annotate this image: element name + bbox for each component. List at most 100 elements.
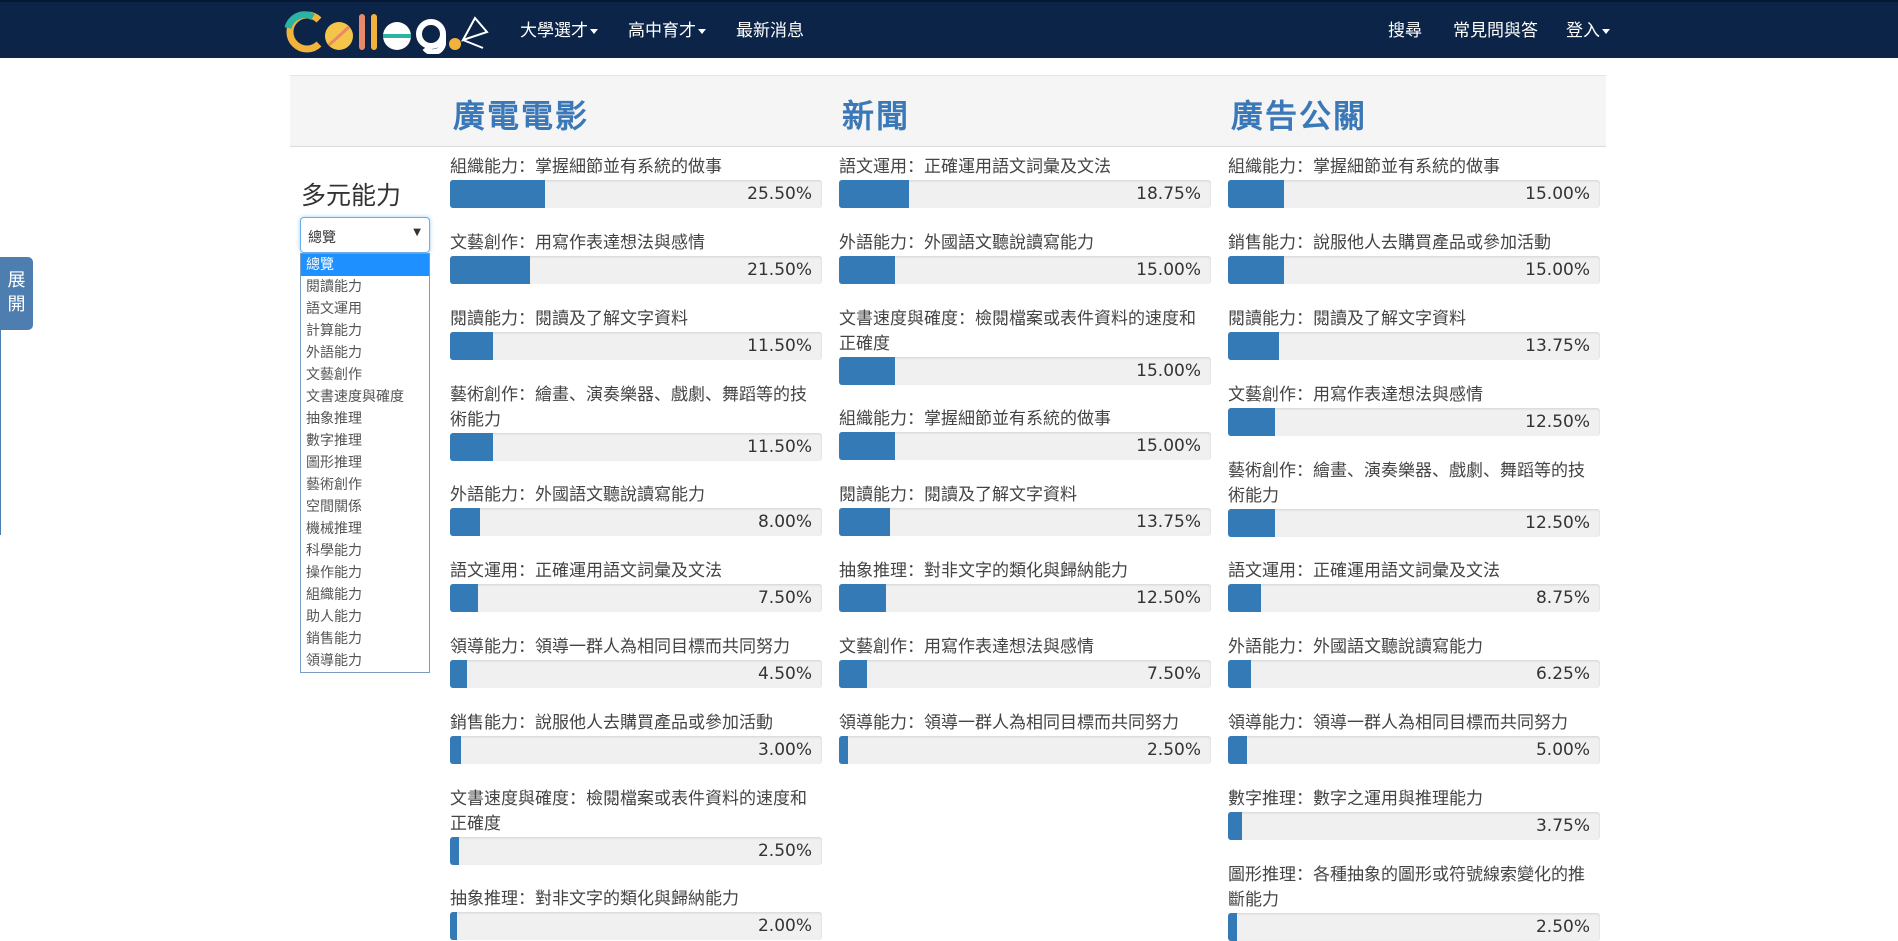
nav-faq[interactable]: 常見問與答 xyxy=(1453,2,1538,60)
progress-value: 15.00% xyxy=(1525,260,1590,280)
progress-value: 15.00% xyxy=(1136,260,1201,280)
ability-label: 銷售能力：說服他人去購買產品或參加活動 xyxy=(1228,233,1551,253)
progress-bar: 4.50% xyxy=(450,660,822,688)
progress-bar: 2.50% xyxy=(839,736,1211,764)
ability-label: 外語能力：外國語文聽說讀寫能力 xyxy=(839,233,1094,253)
progress-value: 6.25% xyxy=(1535,664,1590,684)
progress-value: 2.00% xyxy=(757,916,812,936)
ability-label: 文書速度與確度：檢閱檔案或表件資料的速度和正確度 xyxy=(450,789,807,834)
progress-bar: 12.50% xyxy=(1228,408,1600,436)
progress-value: 18.75% xyxy=(1136,184,1201,204)
nav-highschool[interactable]: 高中育才 xyxy=(628,2,706,60)
ability-item: 領導能力：領導一群人為相同目標而共同努力 2.50% xyxy=(839,711,1211,764)
progress-bar: 15.00% xyxy=(839,357,1211,385)
ability-item: 語文運用：正確運用語文詞彙及文法 7.50% xyxy=(450,559,822,612)
option-item[interactable]: 機械推理 xyxy=(301,518,429,540)
progress-bar-fill xyxy=(839,256,895,284)
ability-select[interactable]: 總覽 ▼ xyxy=(300,217,430,253)
progress-value: 8.00% xyxy=(757,512,812,532)
progress-bar-fill xyxy=(839,584,886,612)
ability-label: 圖形推理：各種抽象的圖形或符號線索變化的推斷能力 xyxy=(1228,865,1585,910)
expand-tab[interactable]: 展開 xyxy=(0,257,33,330)
ability-label: 語文運用：正確運用語文詞彙及文法 xyxy=(450,561,722,581)
nav-login[interactable]: 登入 xyxy=(1566,2,1610,60)
ability-label: 組織能力：掌握細節並有系統的做事 xyxy=(1228,157,1500,177)
ability-label: 藝術創作：繪畫、演奏樂器、戲劇、舞蹈等的技術能力 xyxy=(450,385,807,430)
progress-bar: 8.00% xyxy=(450,508,822,536)
progress-value: 7.50% xyxy=(757,588,812,608)
progress-bar-fill xyxy=(450,180,545,208)
progress-value: 13.75% xyxy=(1136,512,1201,532)
option-item[interactable]: 閱讀能力 xyxy=(301,276,429,298)
ability-label: 文藝創作：用寫作表達想法與感情 xyxy=(839,637,1094,657)
option-item[interactable]: 數字推理 xyxy=(301,430,429,452)
ability-label: 數字推理：數字之運用與推理能力 xyxy=(1228,789,1483,809)
progress-value: 15.00% xyxy=(1525,184,1590,204)
option-item[interactable]: 銷售能力 xyxy=(301,628,429,650)
progress-value: 4.50% xyxy=(757,664,812,684)
ability-label: 語文運用：正確運用語文詞彙及文法 xyxy=(839,157,1111,177)
ability-label: 藝術創作：繪畫、演奏樂器、戲劇、舞蹈等的技術能力 xyxy=(1228,461,1585,506)
ability-label: 外語能力：外國語文聽說讀寫能力 xyxy=(450,485,705,505)
progress-value: 2.50% xyxy=(1535,917,1590,937)
major-title-2: 新聞 xyxy=(842,97,911,135)
progress-value: 21.50% xyxy=(747,260,812,280)
progress-bar: 3.75% xyxy=(1228,812,1600,840)
progress-bar-fill xyxy=(450,912,458,940)
progress-bar-fill xyxy=(450,256,530,284)
ability-item: 組織能力：掌握細節並有系統的做事 25.50% xyxy=(450,155,822,208)
ability-label: 閱讀能力：閱讀及了解文字資料 xyxy=(1228,309,1466,329)
progress-value: 3.00% xyxy=(757,740,812,760)
option-item[interactable]: 抽象推理 xyxy=(301,408,429,430)
expand-line xyxy=(0,330,1,535)
ability-item: 語文運用：正確運用語文詞彙及文法 8.75% xyxy=(1228,559,1600,612)
top-navbar: 大學選才 高中育才 最新消息 搜尋 常見問與答 登入 xyxy=(0,0,1898,58)
ability-item: 外語能力：外國語文聽說讀寫能力 8.00% xyxy=(450,483,822,536)
option-item[interactable]: 助人能力 xyxy=(301,606,429,628)
nav-search[interactable]: 搜尋 xyxy=(1388,2,1422,60)
colleg-logo[interactable] xyxy=(283,10,493,54)
option-item[interactable]: 科學能力 xyxy=(301,540,429,562)
option-item[interactable]: 總覽 xyxy=(301,254,429,276)
option-item[interactable]: 圖形推理 xyxy=(301,452,429,474)
progress-bar-fill xyxy=(839,180,909,208)
option-item[interactable]: 組織能力 xyxy=(301,584,429,606)
progress-bar: 2.00% xyxy=(450,912,822,940)
option-item[interactable]: 文藝創作 xyxy=(301,364,429,386)
option-item[interactable]: 操作能力 xyxy=(301,562,429,584)
progress-bar: 15.00% xyxy=(1228,256,1600,284)
progress-bar-fill xyxy=(839,432,895,460)
progress-bar: 18.75% xyxy=(839,180,1211,208)
ability-label: 組織能力：掌握細節並有系統的做事 xyxy=(839,409,1111,429)
ability-label: 領導能力：領導一群人為相同目標而共同努力 xyxy=(839,713,1179,733)
progress-value: 15.00% xyxy=(1136,436,1201,456)
progress-bar: 12.50% xyxy=(839,584,1211,612)
ability-item: 領導能力：領導一群人為相同目標而共同努力 4.50% xyxy=(450,635,822,688)
chevron-down-icon xyxy=(1602,28,1610,34)
option-item[interactable]: 計算能力 xyxy=(301,320,429,342)
option-item[interactable]: 語文運用 xyxy=(301,298,429,320)
ability-item: 外語能力：外國語文聽說讀寫能力 15.00% xyxy=(839,231,1211,284)
progress-bar-fill xyxy=(450,660,467,688)
progress-value: 25.50% xyxy=(747,184,812,204)
ability-item: 文書速度與確度：檢閱檔案或表件資料的速度和正確度 15.00% xyxy=(839,307,1211,385)
option-item[interactable]: 空間關係 xyxy=(301,496,429,518)
progress-bar: 2.50% xyxy=(1228,913,1600,941)
ability-item: 領導能力：領導一群人為相同目標而共同努力 5.00% xyxy=(1228,711,1600,764)
nav-news[interactable]: 最新消息 xyxy=(736,2,804,60)
option-item[interactable]: 外語能力 xyxy=(301,342,429,364)
progress-bar: 11.50% xyxy=(450,433,822,461)
option-item[interactable]: 文書速度與確度 xyxy=(301,386,429,408)
progress-value: 11.50% xyxy=(747,437,812,457)
progress-bar-fill xyxy=(1228,332,1280,360)
option-item[interactable]: 藝術創作 xyxy=(301,474,429,496)
ability-item: 文書速度與確度：檢閱檔案或表件資料的速度和正確度 2.50% xyxy=(450,787,822,865)
progress-bar: 15.00% xyxy=(839,256,1211,284)
option-item[interactable]: 領導能力 xyxy=(301,650,429,672)
progress-bar-fill xyxy=(839,660,867,688)
ability-label: 領導能力：領導一群人為相同目標而共同努力 xyxy=(1228,713,1568,733)
ability-item: 閱讀能力：閱讀及了解文字資料 13.75% xyxy=(839,483,1211,536)
panel-title: 多元能力 xyxy=(301,181,402,210)
nav-university[interactable]: 大學選才 xyxy=(520,2,598,60)
ability-item: 文藝創作：用寫作表達想法與感情 12.50% xyxy=(1228,383,1600,436)
